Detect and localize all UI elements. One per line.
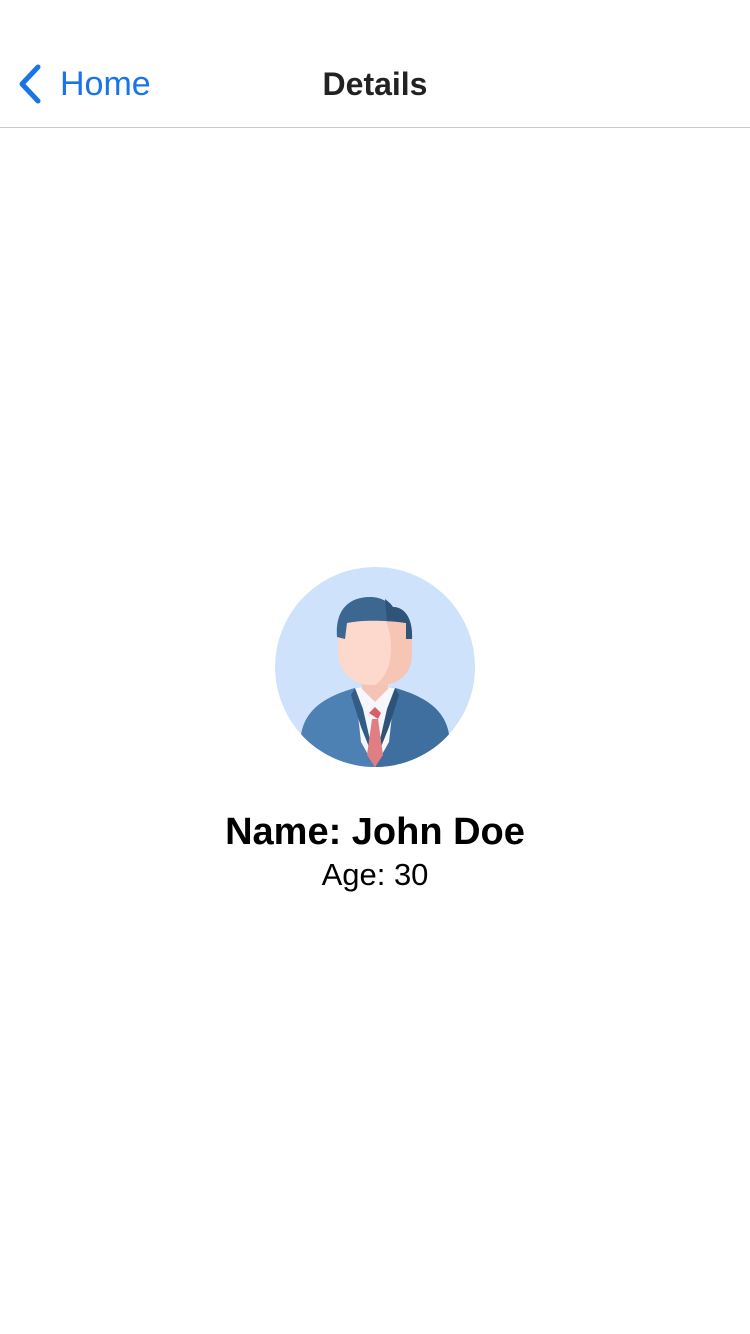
profile-age: Age: 30: [321, 857, 429, 892]
back-button[interactable]: Home: [16, 62, 151, 106]
navigation-bar: Home Details: [0, 0, 750, 128]
details-content: Name: John Doe Age: 30: [0, 128, 750, 1334]
chevron-left-icon: [16, 64, 44, 104]
avatar: [275, 567, 475, 767]
back-button-label: Home: [60, 65, 151, 103]
profile-name: Name: John Doe: [225, 811, 525, 853]
businessman-avatar-icon: [275, 567, 475, 767]
